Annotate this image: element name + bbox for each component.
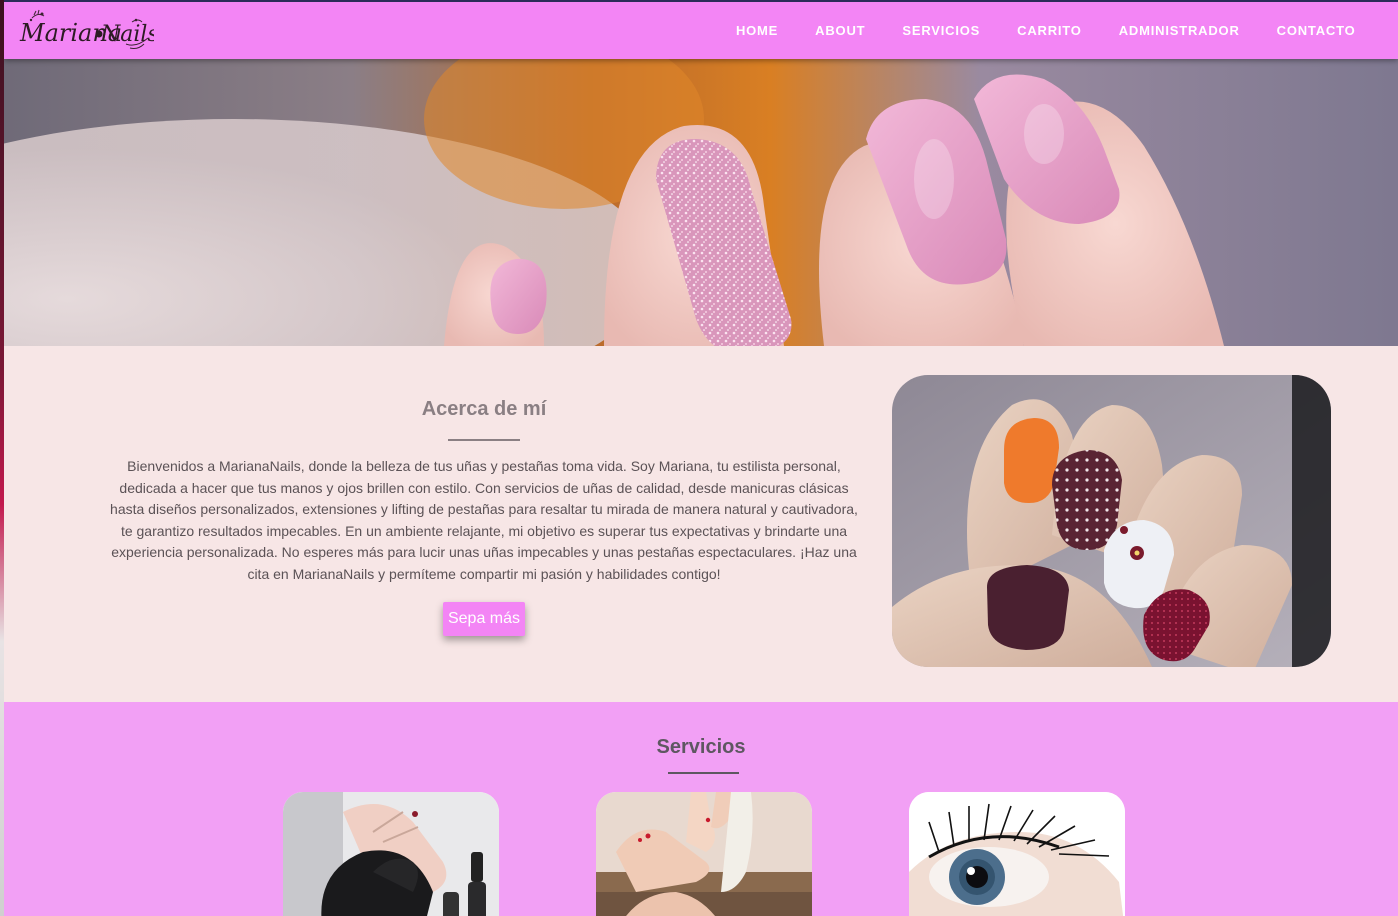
nav-carrito[interactable]: CARRITO — [999, 23, 1101, 38]
nav-contacto[interactable]: CONTACTO — [1258, 23, 1374, 38]
nav-servicios[interactable]: SERVICIOS — [884, 23, 999, 38]
service-card-pedicure[interactable] — [596, 792, 812, 916]
nav-home[interactable]: HOME — [717, 23, 796, 38]
svg-text:Nails: Nails — [100, 22, 154, 47]
main-nav: HOME ABOUT SERVICIOS CARRITO ADMINISTRAD… — [717, 2, 1374, 59]
nav-about[interactable]: ABOUT — [797, 23, 884, 38]
manicure-image — [283, 792, 499, 916]
logo-svg: Mariana Nails — [19, 9, 159, 49]
learn-more-button[interactable]: Sepa más — [443, 602, 525, 636]
services-section: Servicios — [4, 702, 1398, 916]
navbar: Mariana Nails HOME ABOUT SERVICIOS CARRI… — [4, 0, 1398, 59]
about-manicure-image — [892, 375, 1331, 667]
nav-administrador[interactable]: ADMINISTRADOR — [1100, 23, 1258, 38]
eyelash-image — [909, 792, 1125, 916]
about-description: Bienvenidos a MarianaNails, donde la bel… — [110, 458, 858, 582]
about-title: Acerca de mí — [421, 398, 547, 420]
about-section: Acerca de mí Bienvenidos a MarianaNails,… — [4, 346, 1398, 702]
services-title-underline — [668, 772, 739, 774]
page: Mariana Nails HOME ABOUT SERVICIOS CARRI… — [4, 0, 1398, 916]
service-card-lashes[interactable] — [909, 792, 1125, 916]
pedicure-image — [596, 792, 812, 916]
services-title: Servicios — [656, 736, 746, 758]
about-title-underline — [448, 439, 520, 441]
hero-banner-image — [4, 59, 1398, 346]
brand-logo[interactable]: Mariana Nails — [18, 8, 159, 54]
service-card-manicure[interactable] — [283, 792, 499, 916]
